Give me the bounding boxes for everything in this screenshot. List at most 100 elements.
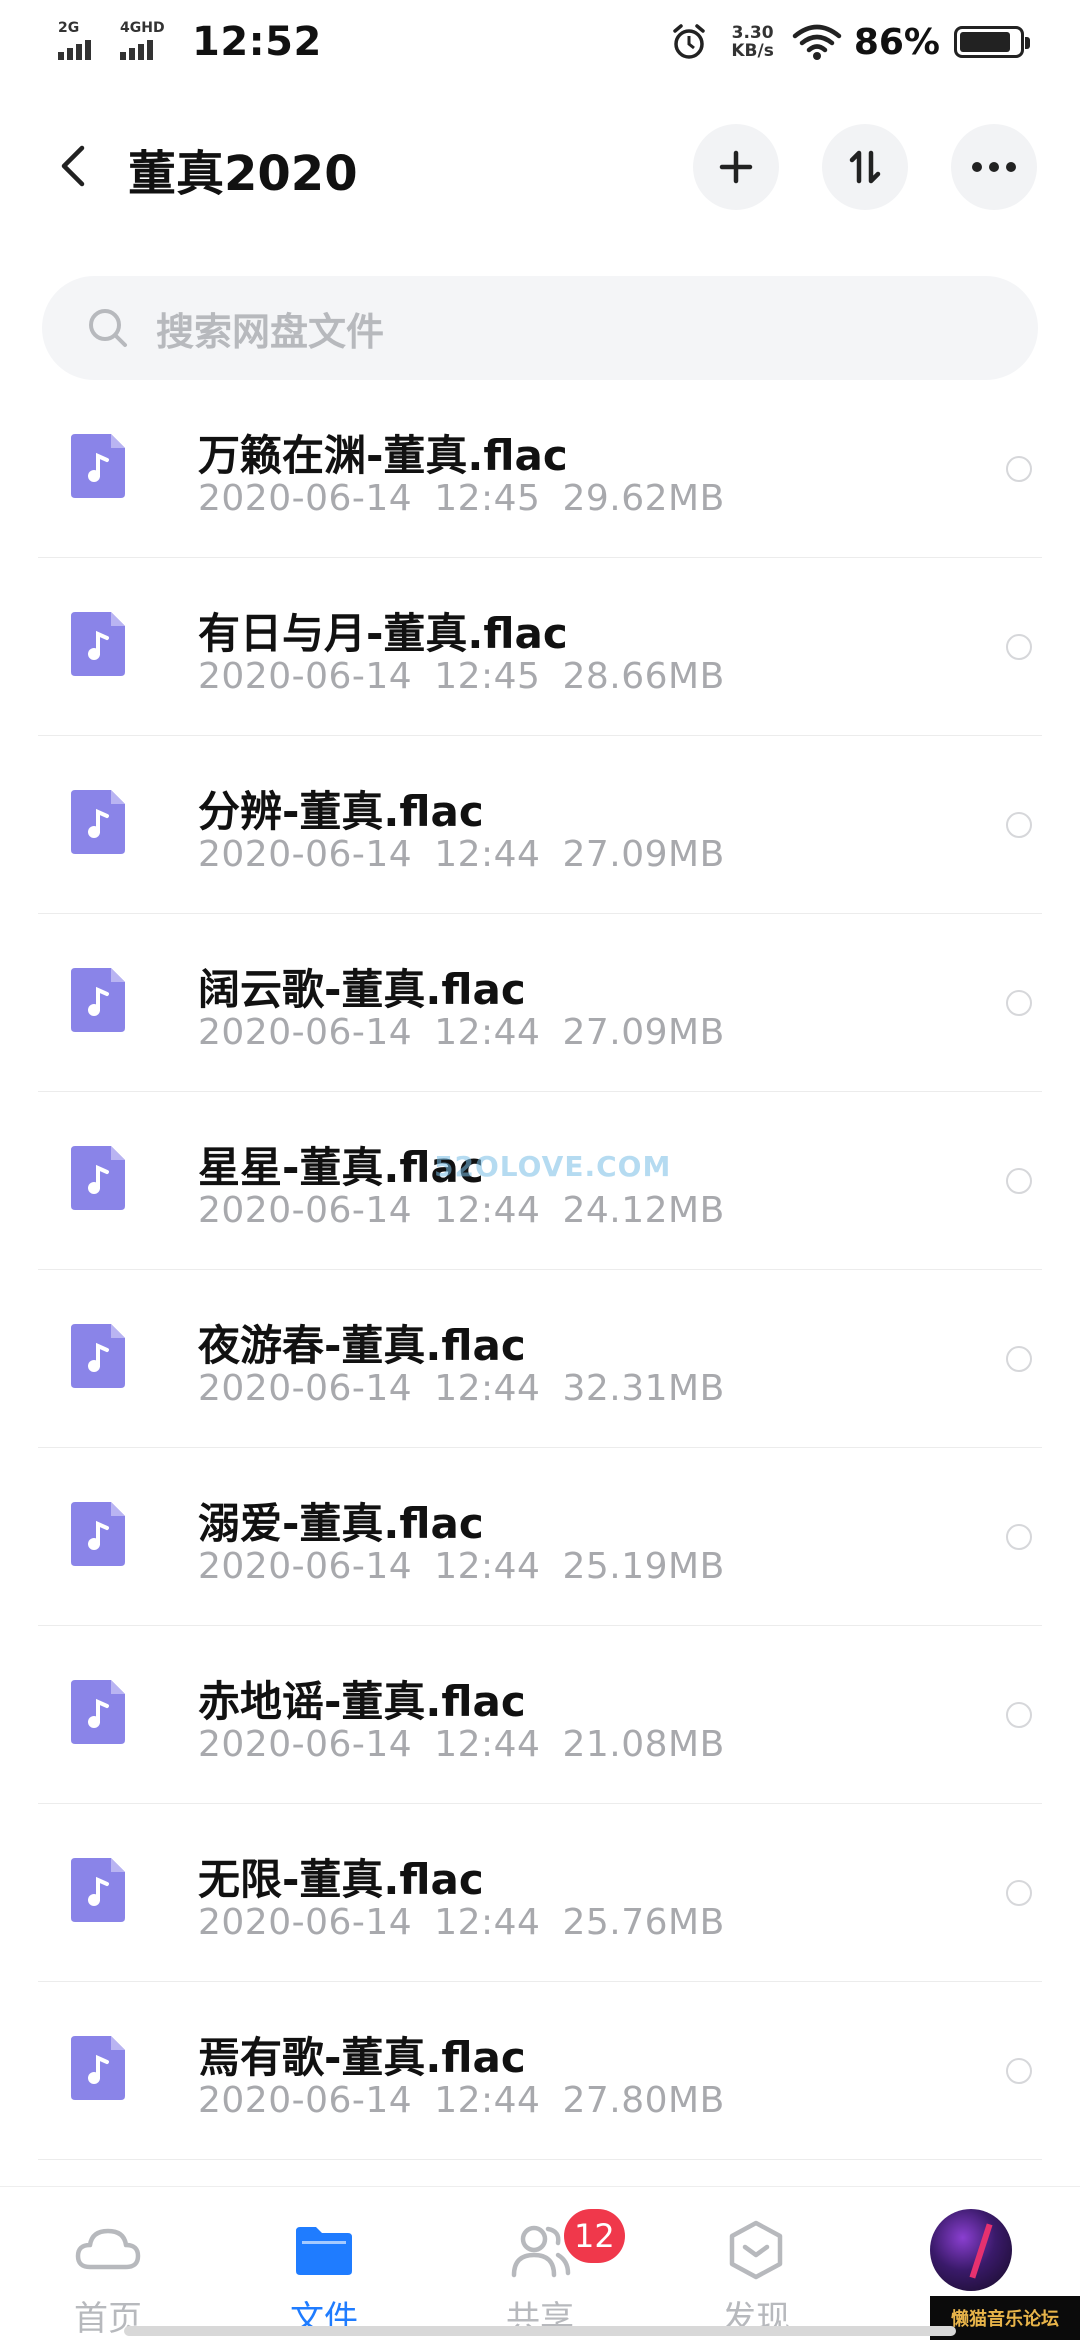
cloud-icon bbox=[75, 2228, 141, 2270]
file-row[interactable]: 夜游春-董真.flac 2020-06-14 12:44 32.31MB bbox=[38, 1270, 1042, 1448]
select-radio[interactable] bbox=[1006, 812, 1032, 838]
file-meta: 2020-06-14 12:45 29.62MB bbox=[198, 478, 725, 519]
music-file-icon bbox=[71, 1858, 125, 1922]
home-indicator[interactable] bbox=[124, 2326, 956, 2336]
discover-icon bbox=[729, 2220, 783, 2280]
nav-home[interactable]: 首页 bbox=[48, 2215, 168, 2340]
nav-discover[interactable]: 发现 bbox=[696, 2215, 816, 2340]
speed-unit: KB/s bbox=[731, 41, 774, 61]
file-time: 12:45 bbox=[434, 656, 541, 697]
signal-4g-icon: 4GHD bbox=[120, 20, 174, 62]
file-row[interactable]: 分辨-董真.flac 2020-06-14 12:44 27.09MB bbox=[38, 736, 1042, 914]
search-input[interactable]: 搜索网盘文件 bbox=[42, 276, 1038, 380]
select-radio[interactable] bbox=[1006, 456, 1032, 482]
file-date: 2020-06-14 bbox=[198, 1190, 413, 1231]
file-meta: 2020-06-14 12:44 25.19MB bbox=[198, 1546, 725, 1587]
speed-value: 3.30 bbox=[731, 23, 774, 43]
file-time: 12:45 bbox=[434, 478, 541, 519]
music-file-icon bbox=[71, 968, 125, 1032]
file-name: 有日与月-董真.flac bbox=[198, 609, 568, 658]
music-file-icon bbox=[71, 1324, 125, 1388]
back-button[interactable] bbox=[40, 132, 108, 200]
folder-icon bbox=[296, 2227, 352, 2275]
file-row[interactable]: 无限-董真.flac 2020-06-14 12:44 25.76MB bbox=[38, 1804, 1042, 1982]
nav-file[interactable]: 文件 bbox=[264, 2215, 384, 2340]
file-date: 2020-06-14 bbox=[198, 478, 413, 519]
file-time: 12:44 bbox=[434, 1724, 541, 1765]
bottom-nav: 首页 文件 共享 12 发现 bbox=[0, 2186, 1080, 2340]
alarm-icon bbox=[673, 24, 706, 59]
file-size: 27.09MB bbox=[562, 1012, 725, 1053]
file-row[interactable]: 溺爱-董真.flac 2020-06-14 12:44 25.19MB bbox=[38, 1448, 1042, 1626]
file-row[interactable]: 焉有歌-董真.flac 2020-06-14 12:44 27.80MB bbox=[38, 1982, 1042, 2160]
network-type-label: 4GHD bbox=[120, 20, 165, 36]
file-date: 2020-06-14 bbox=[198, 2080, 413, 2121]
file-size: 21.08MB bbox=[562, 1724, 725, 1765]
file-time: 12:44 bbox=[434, 1546, 541, 1587]
more-dots-icon bbox=[972, 162, 1016, 172]
file-name: 焉有歌-董真.flac bbox=[198, 2033, 526, 2082]
file-meta: 2020-06-14 12:44 27.09MB bbox=[198, 1012, 725, 1053]
music-file-icon bbox=[71, 1502, 125, 1566]
file-size: 28.66MB bbox=[562, 656, 725, 697]
watermark: 52OLOVE.COM bbox=[434, 1150, 672, 1183]
search-placeholder: 搜索网盘文件 bbox=[156, 309, 385, 354]
music-file-icon bbox=[71, 1680, 125, 1744]
file-name: 无限-董真.flac bbox=[198, 1855, 484, 1904]
file-meta: 2020-06-14 12:44 21.08MB bbox=[198, 1724, 725, 1765]
music-file-icon bbox=[71, 434, 125, 498]
file-row[interactable]: 阔云歌-董真.flac 2020-06-14 12:44 27.09MB bbox=[38, 914, 1042, 1092]
header: 董真2020 bbox=[0, 112, 1080, 220]
file-size: 25.76MB bbox=[562, 1902, 725, 1943]
file-size: 29.62MB bbox=[562, 478, 725, 519]
select-radio[interactable] bbox=[1006, 1346, 1032, 1372]
file-name: 阔云歌-董真.flac bbox=[198, 965, 526, 1014]
file-date: 2020-06-14 bbox=[198, 656, 413, 697]
select-radio[interactable] bbox=[1006, 1524, 1032, 1550]
page-title: 董真2020 bbox=[128, 146, 358, 202]
signal-2g-icon: 2G bbox=[58, 20, 112, 62]
nav-share[interactable]: 共享 12 bbox=[480, 2209, 625, 2340]
file-meta: 2020-06-14 12:44 32.31MB bbox=[198, 1368, 725, 1409]
file-meta: 2020-06-14 12:44 27.80MB bbox=[198, 2080, 725, 2121]
status-time: 12:52 bbox=[192, 19, 322, 65]
file-date: 2020-06-14 bbox=[198, 1012, 413, 1053]
file-size: 27.09MB bbox=[562, 834, 725, 875]
file-size: 32.31MB bbox=[562, 1368, 725, 1409]
file-row[interactable]: 有日与月-董真.flac 2020-06-14 12:45 28.66MB bbox=[38, 558, 1042, 736]
file-row[interactable]: 万籁在渊-董真.flac 2020-06-14 12:45 29.62MB bbox=[38, 380, 1042, 558]
file-time: 12:44 bbox=[434, 1190, 541, 1231]
file-time: 12:44 bbox=[434, 1902, 541, 1943]
more-button[interactable] bbox=[951, 124, 1037, 210]
wifi-icon bbox=[792, 24, 842, 60]
file-name: 赤地谣-董真.flac bbox=[198, 1677, 526, 1726]
music-file-icon bbox=[71, 790, 125, 854]
file-name: 万籁在渊-董真.flac bbox=[198, 431, 568, 480]
select-radio[interactable] bbox=[1006, 1702, 1032, 1728]
file-time: 12:44 bbox=[434, 2080, 541, 2121]
file-size: 27.80MB bbox=[562, 2080, 725, 2121]
file-date: 2020-06-14 bbox=[198, 1368, 413, 1409]
back-arrow-icon bbox=[61, 145, 85, 187]
add-button[interactable] bbox=[693, 124, 779, 210]
select-radio[interactable] bbox=[1006, 1168, 1032, 1194]
file-time: 12:44 bbox=[434, 834, 541, 875]
status-bar: 2G 4GHD 12:52 3.30 KB/s 86% bbox=[0, 0, 1080, 84]
file-time: 12:44 bbox=[434, 1368, 541, 1409]
file-name: 夜游春-董真.flac bbox=[198, 1321, 526, 1370]
battery-percent: 86% bbox=[853, 21, 940, 63]
file-row[interactable]: 赤地谣-董真.flac 2020-06-14 12:44 21.08MB bbox=[38, 1626, 1042, 1804]
file-meta: 2020-06-14 12:44 27.09MB bbox=[198, 834, 725, 875]
network-speed: 3.30 KB/s bbox=[731, 24, 773, 60]
avatar[interactable] bbox=[930, 2209, 1012, 2291]
sort-button[interactable] bbox=[822, 124, 908, 210]
select-radio[interactable] bbox=[1006, 2058, 1032, 2084]
select-radio[interactable] bbox=[1006, 1880, 1032, 1906]
select-radio[interactable] bbox=[1006, 634, 1032, 660]
music-file-icon bbox=[71, 2036, 125, 2100]
file-meta: 2020-06-14 12:44 24.12MB bbox=[198, 1190, 725, 1231]
network-type-label: 2G bbox=[58, 20, 80, 36]
select-radio[interactable] bbox=[1006, 990, 1032, 1016]
music-file-icon bbox=[71, 1146, 125, 1210]
file-size: 24.12MB bbox=[562, 1190, 725, 1231]
